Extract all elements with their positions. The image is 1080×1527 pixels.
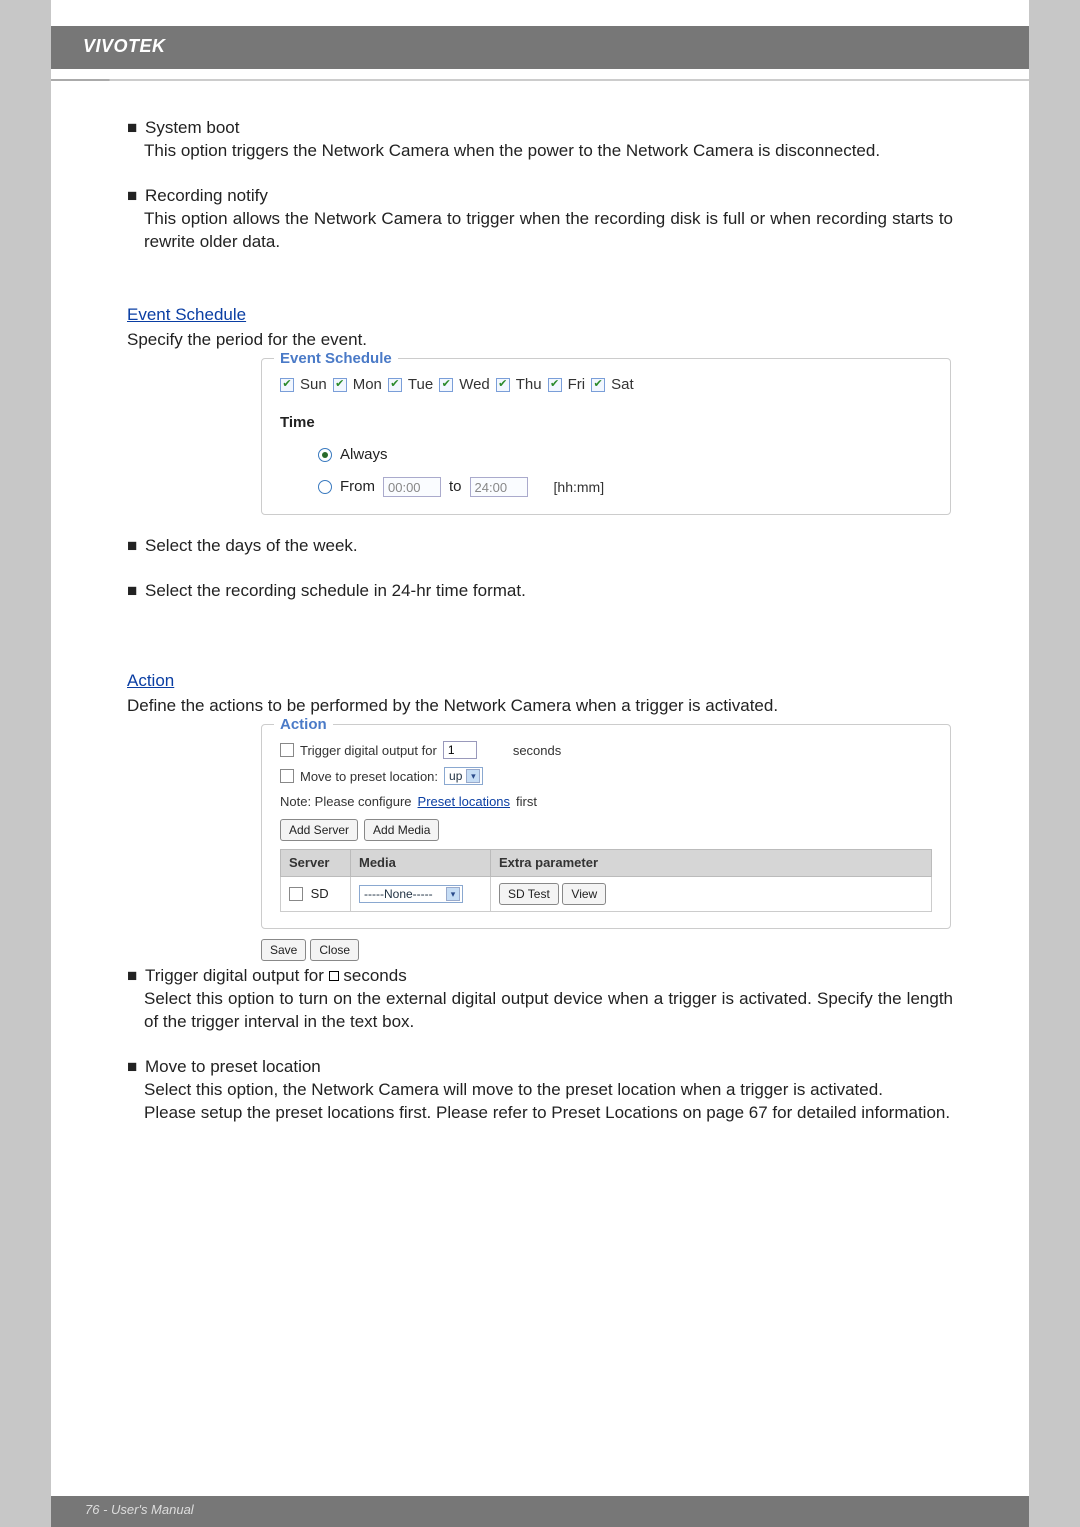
bullet-move-preset: ■ Move to preset location Select this op… [127,1056,953,1125]
action-intro: Define the actions to be performed by th… [127,695,953,718]
recording-notify-desc: This option allows the Network Camera to… [144,208,953,254]
preset-note-b: first [516,793,537,811]
event-schedule-heading: Event Schedule [127,304,953,327]
radio-always-row: Always [318,445,932,465]
bullet-icon: ■ [127,185,137,208]
bullet-select-schedule: ■ Select the recording schedule in 24-hr… [127,580,953,603]
close-button[interactable]: Close [310,939,359,961]
checkbox-mon[interactable] [333,378,347,392]
add-media-button[interactable]: Add Media [364,819,439,841]
save-close-row: Save Close [261,939,953,961]
row-media-select[interactable]: -----None----- ▾ [359,885,463,903]
radio-from[interactable] [318,480,332,494]
move-preset-select[interactable]: up ▾ [444,767,483,785]
checkbox-wed[interactable] [439,378,453,392]
radio-always-label: Always [340,445,388,465]
sd-test-button[interactable]: SD Test [499,883,559,905]
trigger-bullet-a: Trigger digital output for [145,966,329,985]
footer-text: 76 - User's Manual [85,1502,194,1517]
chevron-down-icon: ▾ [446,887,460,901]
move-bullet-desc-b: Please setup the preset locations first.… [144,1102,953,1125]
bullet-trigger-output: ■ Trigger digital output for seconds Sel… [127,965,953,1034]
bullet-recording-notify: ■ Recording notify This option allows th… [127,185,953,254]
empty-box-icon [329,971,339,981]
time-to-input[interactable] [470,477,528,497]
day-thu: Thu [516,375,542,395]
trigger-bullet-desc: Select this option to turn on the extern… [144,988,953,1034]
bullet-icon: ■ [127,1056,137,1079]
move-preset-value: up [449,768,462,784]
col-server: Server [281,850,351,877]
action-table: Server Media Extra parameter SD ----- [280,849,932,912]
trigger-output-row: Trigger digital output for seconds [280,741,932,759]
chevron-down-icon: ▾ [466,769,480,783]
add-buttons-row: Add Server Add Media [280,819,932,841]
event-schedule-legend: Event Schedule [274,349,398,369]
move-preset-row: Move to preset location: up ▾ [280,767,932,785]
day-fri: Fri [568,375,586,395]
page-footer: 76 - User's Manual [51,1496,1029,1527]
select-schedule-text: Select the recording schedule in 24-hr t… [145,580,526,603]
recording-notify-title: Recording notify [145,185,268,208]
checkbox-trigger-output[interactable] [280,743,294,757]
brand-text: VIVOTEK [83,36,166,56]
system-boot-desc: This option triggers the Network Camera … [144,140,953,163]
checkbox-sun[interactable] [280,378,294,392]
bullet-icon: ■ [127,535,137,558]
table-row: SD -----None----- ▾ SD Test View [281,876,932,911]
preset-locations-link[interactable]: Preset locations [418,793,511,811]
preset-note-row: Note: Please configure Preset locations … [280,793,932,811]
trigger-output-label-a: Trigger digital output for [300,742,437,760]
preset-note-a: Note: Please configure [280,793,412,811]
trigger-output-label-b: seconds [513,742,561,760]
event-schedule-intro: Specify the period for the event. [127,329,953,352]
move-bullet-desc-a: Select this option, the Network Camera w… [144,1079,953,1102]
checkbox-sat[interactable] [591,378,605,392]
checkbox-thu[interactable] [496,378,510,392]
action-heading: Action [127,670,953,693]
time-format-hint: [hh:mm] [554,478,605,497]
col-extra: Extra parameter [491,850,932,877]
action-panel: Action Trigger digital output for second… [261,724,951,928]
bullet-icon: ■ [127,117,137,140]
radio-from-label: From [340,477,375,497]
trigger-bullet-label: Trigger digital output for seconds [145,965,407,988]
radio-always[interactable] [318,448,332,462]
row-server-text: SD [311,886,329,901]
checkbox-sd[interactable] [289,887,303,901]
day-sun: Sun [300,375,327,395]
bullet-select-days: ■ Select the days of the week. [127,535,953,558]
save-button[interactable]: Save [261,939,306,961]
bullet-system-boot: ■ System boot This option triggers the N… [127,117,953,163]
time-label: Time [280,413,932,433]
day-tue: Tue [408,375,433,395]
move-preset-label: Move to preset location: [300,768,438,786]
event-schedule-panel: Event Schedule Sun Mon Tue Wed Thu Fri S… [261,358,951,515]
checkbox-fri[interactable] [548,378,562,392]
col-media: Media [351,850,491,877]
move-bullet-title: Move to preset location [145,1056,321,1079]
brand-header: VIVOTEK [51,26,1029,69]
checkbox-move-preset[interactable] [280,769,294,783]
system-boot-title: System boot [145,117,240,140]
to-label: to [449,477,462,497]
view-button[interactable]: View [562,883,606,905]
select-days-text: Select the days of the week. [145,535,358,558]
bullet-icon: ■ [127,580,137,603]
bullet-icon: ■ [127,965,137,988]
trigger-bullet-b: seconds [343,966,406,985]
checkbox-tue[interactable] [388,378,402,392]
add-server-button[interactable]: Add Server [280,819,358,841]
radio-from-row: From to [hh:mm] [318,477,932,497]
row-media-value: -----None----- [364,886,433,902]
action-legend: Action [274,715,333,735]
content-area: ■ System boot This option triggers the N… [51,81,1029,1125]
day-checkbox-row: Sun Mon Tue Wed Thu Fri Sat [280,375,932,395]
day-sat: Sat [611,375,634,395]
day-wed: Wed [459,375,490,395]
time-from-input[interactable] [383,477,441,497]
day-mon: Mon [353,375,382,395]
trigger-output-seconds-input[interactable] [443,741,477,759]
